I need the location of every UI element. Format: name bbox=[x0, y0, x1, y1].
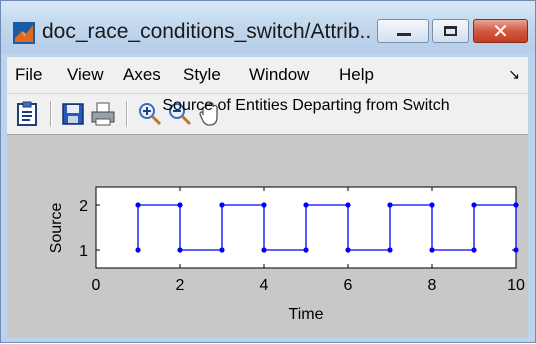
data-point bbox=[513, 247, 519, 253]
data-point bbox=[303, 247, 309, 253]
data-point bbox=[429, 247, 435, 253]
x-tick-label: 0 bbox=[92, 277, 101, 294]
x-tick-label: 8 bbox=[428, 277, 437, 294]
data-point bbox=[387, 202, 393, 208]
data-point bbox=[177, 247, 183, 253]
data-point bbox=[471, 202, 477, 208]
y-tick-label: 2 bbox=[79, 198, 88, 215]
data-point bbox=[429, 202, 435, 208]
x-axis-label: Time bbox=[289, 306, 324, 323]
data-point bbox=[345, 247, 351, 253]
y-axis-label: Source bbox=[48, 203, 65, 254]
plot-title: Source of Entities Departing from Switch bbox=[162, 97, 450, 114]
data-point bbox=[471, 247, 477, 253]
data-point bbox=[135, 202, 141, 208]
figure-window: doc_race_conditions_switch/Attrib... ✕ F… bbox=[0, 0, 536, 343]
data-point bbox=[303, 202, 309, 208]
y-tick-label: 1 bbox=[79, 243, 88, 260]
plot-svg: 0 2 4 6 8 10 12 Time Source bbox=[48, 186, 525, 323]
data-point bbox=[387, 247, 393, 253]
data-point bbox=[345, 202, 351, 208]
data-point bbox=[261, 247, 267, 253]
data-point bbox=[219, 202, 225, 208]
data-point bbox=[219, 247, 225, 253]
x-tick-label: 10 bbox=[507, 277, 525, 294]
data-point bbox=[513, 202, 519, 208]
x-tick-label: 2 bbox=[176, 277, 185, 294]
data-point bbox=[261, 202, 267, 208]
x-tick-label: 4 bbox=[260, 277, 269, 294]
data-point bbox=[177, 202, 183, 208]
x-tick-label: 6 bbox=[344, 277, 353, 294]
data-point bbox=[135, 247, 141, 253]
